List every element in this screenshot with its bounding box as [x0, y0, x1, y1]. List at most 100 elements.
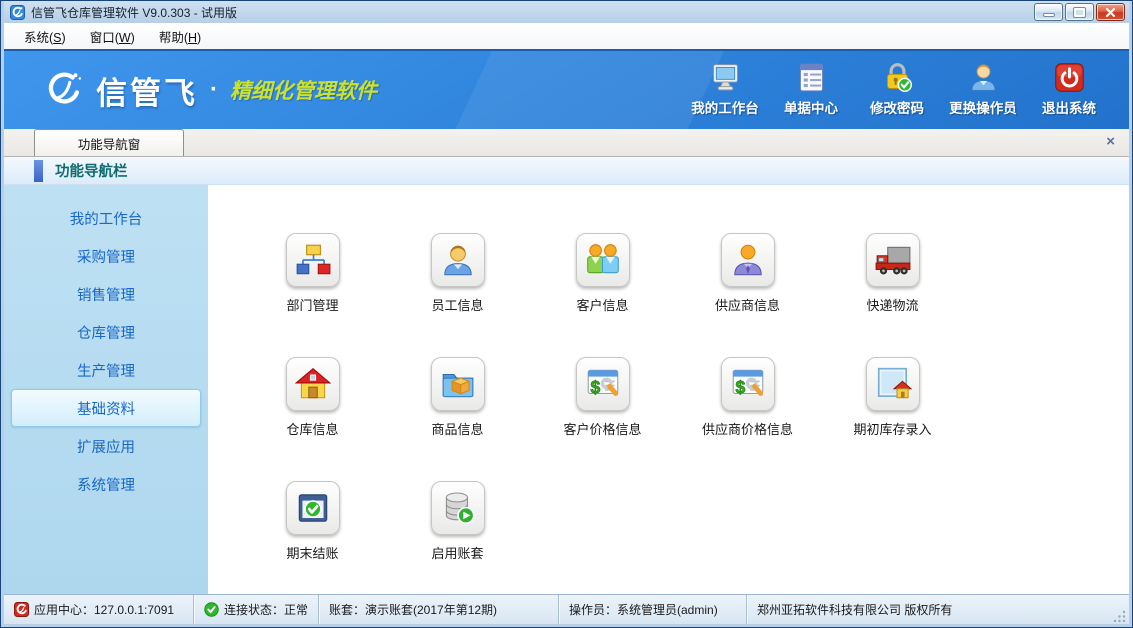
brand-separator: ·	[210, 76, 218, 104]
lock-check-icon	[881, 61, 914, 94]
menu-item-help[interactable]: 帮助(H)	[149, 24, 211, 49]
app-item-label: 商品信息	[431, 419, 483, 438]
tab-label: 功能导航窗	[78, 134, 141, 153]
customers-icon	[576, 233, 630, 287]
close-button[interactable]	[1096, 3, 1125, 21]
app-item-opening-stock[interactable]: 期初库存录入	[820, 357, 965, 481]
toolbar-button-switch-operator[interactable]: 更换操作员	[943, 57, 1023, 123]
supplier-icon	[721, 233, 775, 287]
house-icon	[286, 357, 340, 411]
app-item-label: 期末结账	[286, 543, 338, 562]
check-icon	[204, 602, 219, 617]
sidebar-item-extensions[interactable]: 扩展应用	[11, 427, 201, 465]
status-bar: 应用中心：127.0.0.1:7091 连接状态：正常 账套：演示账套(2017…	[4, 594, 1129, 624]
brand-banner: 信管飞 · 精细化管理软件 我的工作台	[4, 49, 1129, 129]
title-bar: 信管飞仓库管理软件 V9.0.303 - 试用版	[4, 1, 1129, 23]
content-area: 我的工作台 采购管理 销售管理 仓库管理 生产管理 基础资料 扩展应用 系统管理	[4, 185, 1129, 594]
app-item-label: 启用账套	[431, 543, 483, 562]
sidebar-item-system[interactable]: 系统管理	[11, 465, 201, 503]
app-item-label: 客户价格信息	[563, 419, 641, 438]
brand-tagline: 精细化管理软件	[230, 75, 377, 105]
sidebar-item-sales[interactable]: 销售管理	[11, 275, 201, 313]
sidebar-item-basic-data[interactable]: 基础资料	[11, 389, 201, 427]
window-title: 信管飞仓库管理软件 V9.0.303 - 试用版	[31, 4, 1034, 21]
status-account-text: 账套：演示账套(2017年第12期)	[329, 601, 497, 618]
svg-text:$: $	[590, 377, 600, 397]
toolbar-button-documents[interactable]: 单据中心	[771, 57, 851, 123]
status-copyright: 郑州亚拓软件科技有限公司 版权所有	[747, 595, 1111, 624]
brand-swirl-icon	[44, 69, 86, 111]
app-item-customer[interactable]: 客户信息	[530, 233, 675, 357]
maximize-icon	[1074, 8, 1085, 17]
user-icon	[967, 61, 1000, 94]
status-app-center-text: 应用中心：127.0.0.1:7091	[34, 601, 174, 618]
svg-text:$: $	[735, 377, 745, 397]
app-item-label: 客户信息	[576, 295, 628, 314]
status-copyright-text: 郑州亚拓软件科技有限公司 版权所有	[757, 601, 952, 618]
app-item-activate-accountset[interactable]: 启用账套	[385, 481, 530, 594]
app-item-label: 员工信息	[431, 295, 483, 314]
employee-icon	[431, 233, 485, 287]
toolbar-button-label: 更换操作员	[949, 97, 1017, 117]
database-play-icon	[431, 481, 485, 535]
app-item-warehouse[interactable]: 仓库信息	[240, 357, 385, 481]
status-account-set: 账套：演示账套(2017年第12期)	[319, 595, 559, 624]
price-wrench-icon: $	[721, 357, 775, 411]
close-icon	[1105, 7, 1116, 18]
minimize-icon	[1043, 13, 1055, 17]
sidebar: 我的工作台 采购管理 销售管理 仓库管理 生产管理 基础资料 扩展应用 系统管理	[4, 185, 208, 594]
app-item-label: 供应商信息	[715, 295, 780, 314]
toolbar-button-label: 退出系统	[1042, 97, 1096, 117]
app-item-logistics[interactable]: 快递物流	[820, 233, 965, 357]
monitor-icon	[709, 61, 742, 94]
toolbar-button-change-password[interactable]: 修改密码	[857, 57, 937, 123]
app-item-department[interactable]: 部门管理	[240, 233, 385, 357]
app-item-product[interactable]: 商品信息	[385, 357, 530, 481]
menu-item-system[interactable]: 系统(S)	[14, 24, 76, 49]
opening-stock-icon	[866, 357, 920, 411]
app-item-employee[interactable]: 员工信息	[385, 233, 530, 357]
menu-bar: 系统(S) 窗口(W) 帮助(H)	[4, 23, 1129, 49]
nav-band: 功能导航栏	[4, 157, 1129, 185]
truck-icon	[866, 233, 920, 287]
closing-check-icon	[286, 481, 340, 535]
toolbar-button-label: 修改密码	[870, 97, 924, 117]
tab-bar: 功能导航窗 ×	[4, 129, 1129, 157]
menu-item-window[interactable]: 窗口(W)	[80, 24, 145, 49]
document-list-icon	[795, 61, 828, 94]
resize-grip[interactable]	[1111, 608, 1127, 624]
app-item-period-closing[interactable]: 期末结账	[240, 481, 385, 594]
app-grid: 部门管理 员工信息	[208, 185, 1129, 594]
price-wrench-icon: $	[576, 357, 630, 411]
app-item-label: 快递物流	[866, 295, 918, 314]
app-item-customer-price[interactable]: $ 客户价格信息	[530, 357, 675, 481]
sidebar-item-warehouse[interactable]: 仓库管理	[11, 313, 201, 351]
banner-toolbar: 我的工作台 单据中心	[685, 57, 1109, 123]
toolbar-button-exit[interactable]: 退出系统	[1029, 57, 1109, 123]
nav-band-title: 功能导航栏	[55, 160, 128, 181]
app-window: 信管飞仓库管理软件 V9.0.303 - 试用版 系统(S) 窗口(W) 帮助(…	[0, 0, 1133, 628]
maximize-button[interactable]	[1065, 3, 1094, 21]
tab-function-nav[interactable]: 功能导航窗	[34, 129, 184, 156]
sidebar-item-workbench[interactable]: 我的工作台	[11, 199, 201, 237]
app-item-label: 部门管理	[286, 295, 338, 314]
app-item-supplier-price[interactable]: $ 供应商价格信息	[675, 357, 820, 481]
brand-name: 信管飞	[96, 68, 198, 113]
status-app-center: 应用中心：127.0.0.1:7091	[4, 595, 194, 624]
sidebar-item-purchase[interactable]: 采购管理	[11, 237, 201, 275]
toolbar-button-workbench[interactable]: 我的工作台	[685, 57, 765, 123]
org-chart-icon	[286, 233, 340, 287]
brand-logo: 信管飞 · 精细化管理软件	[44, 68, 377, 113]
minimize-button[interactable]	[1034, 3, 1063, 21]
sidebar-item-production[interactable]: 生产管理	[11, 351, 201, 389]
power-icon	[1053, 61, 1086, 94]
nav-band-accent-bar	[34, 160, 43, 182]
toolbar-button-label: 单据中心	[784, 97, 838, 117]
toolbar-button-label: 我的工作台	[691, 97, 759, 117]
app-item-label: 供应商价格信息	[702, 419, 793, 438]
app-item-supplier[interactable]: 供应商信息	[675, 233, 820, 357]
app-logo-icon	[10, 5, 25, 20]
app-logo-small-icon	[14, 602, 29, 617]
status-connection: 连接状态：正常	[194, 595, 319, 624]
tab-close-icon[interactable]: ×	[1106, 134, 1115, 149]
